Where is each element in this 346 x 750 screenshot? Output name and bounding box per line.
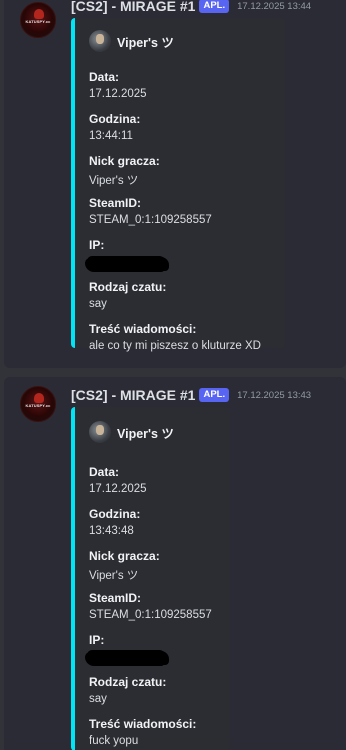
embed-author-name: Viper's ツ [117,426,174,441]
bot-avatar[interactable]: KATUSPY.cc [20,386,56,422]
field-value-time: 13:44:11 [89,130,133,142]
bot-avatar[interactable]: KATUSPY.cc [20,2,56,38]
field-name-time: Godzina: [89,112,141,126]
app-tag-badge: APL. [199,388,230,402]
embed-author: Viper's ツ [89,421,174,443]
field-value-steamid: STEAM_0:1:109258557 [89,609,212,621]
field-name-ip: IP: [89,633,105,647]
field-value-chat-type: say [89,693,107,705]
username[interactable]: [CS2] - MIRAGE #1 [71,0,195,14]
redacted-ip-scribble [87,256,167,270]
field-name-chat-type: Rodzaj czatu: [89,280,167,294]
redacted-ip-scribble [87,650,167,664]
field-value-chat-type: say [89,298,107,310]
field-name-date: Data: [89,70,120,84]
field-name-date: Data: [89,465,120,479]
field-name-message-content: Treść wiadomości: [89,717,197,731]
embed-author-name: Viper's ツ [117,35,174,50]
avatar-logo-text: KATUSPY.cc [25,403,51,408]
field-name-chat-type: Rodzaj czatu: [89,675,167,689]
chat-message[interactable]: KATUSPY.cc [CS2] - MIRAGE #1 APL. 17.12.… [4,0,346,368]
field-name-nick: Nick gracza: [89,154,160,168]
embed-card: Viper's ツ Data: 17.12.2025 Godzina: 13:4… [71,407,230,750]
field-name-steamid: SteamID: [89,196,142,210]
field-name-message-content: Treść wiadomości: [89,322,197,336]
field-value-message-content: fuck yopu [89,735,139,747]
field-name-ip: IP: [89,238,105,252]
embed-card: Viper's ツ Data: 17.12.2025 Godzina: 13:4… [71,18,285,352]
author-avatar-icon [89,421,111,443]
message-header: [CS2] - MIRAGE #1 APL. 17.12.2025 13:44 [71,0,311,16]
embed-author: Viper's ツ [89,30,174,52]
logo-icon [34,9,44,19]
field-value-steamid: STEAM_0:1:109258557 [89,214,212,226]
timestamp[interactable]: 17.12.2025 13:44 [237,1,311,12]
field-value-date: 17.12.2025 [89,483,147,495]
message-header: [CS2] - MIRAGE #1 APL. 17.12.2025 13:43 [71,385,311,405]
username[interactable]: [CS2] - MIRAGE #1 [71,387,195,403]
field-value-time: 13:43:48 [89,525,134,537]
avatar-logo-text: KATUSPY.cc [25,19,51,24]
chat-message[interactable]: KATUSPY.cc [CS2] - MIRAGE #1 APL. 17.12.… [4,377,346,750]
app-tag-badge: APL. [199,0,230,13]
field-name-nick: Nick gracza: [89,549,160,563]
logo-icon [34,393,44,403]
field-name-steamid: SteamID: [89,591,142,605]
timestamp[interactable]: 17.12.2025 13:43 [237,390,311,401]
field-name-time: Godzina: [89,507,141,521]
field-value-nick: Viper's ツ [89,570,139,582]
field-value-message-content: ale co ty mi piszesz o kluturze XD [89,340,261,352]
field-value-date: 17.12.2025 [89,88,147,100]
author-avatar-icon [89,30,111,52]
field-value-nick: Viper's ツ [89,175,139,187]
